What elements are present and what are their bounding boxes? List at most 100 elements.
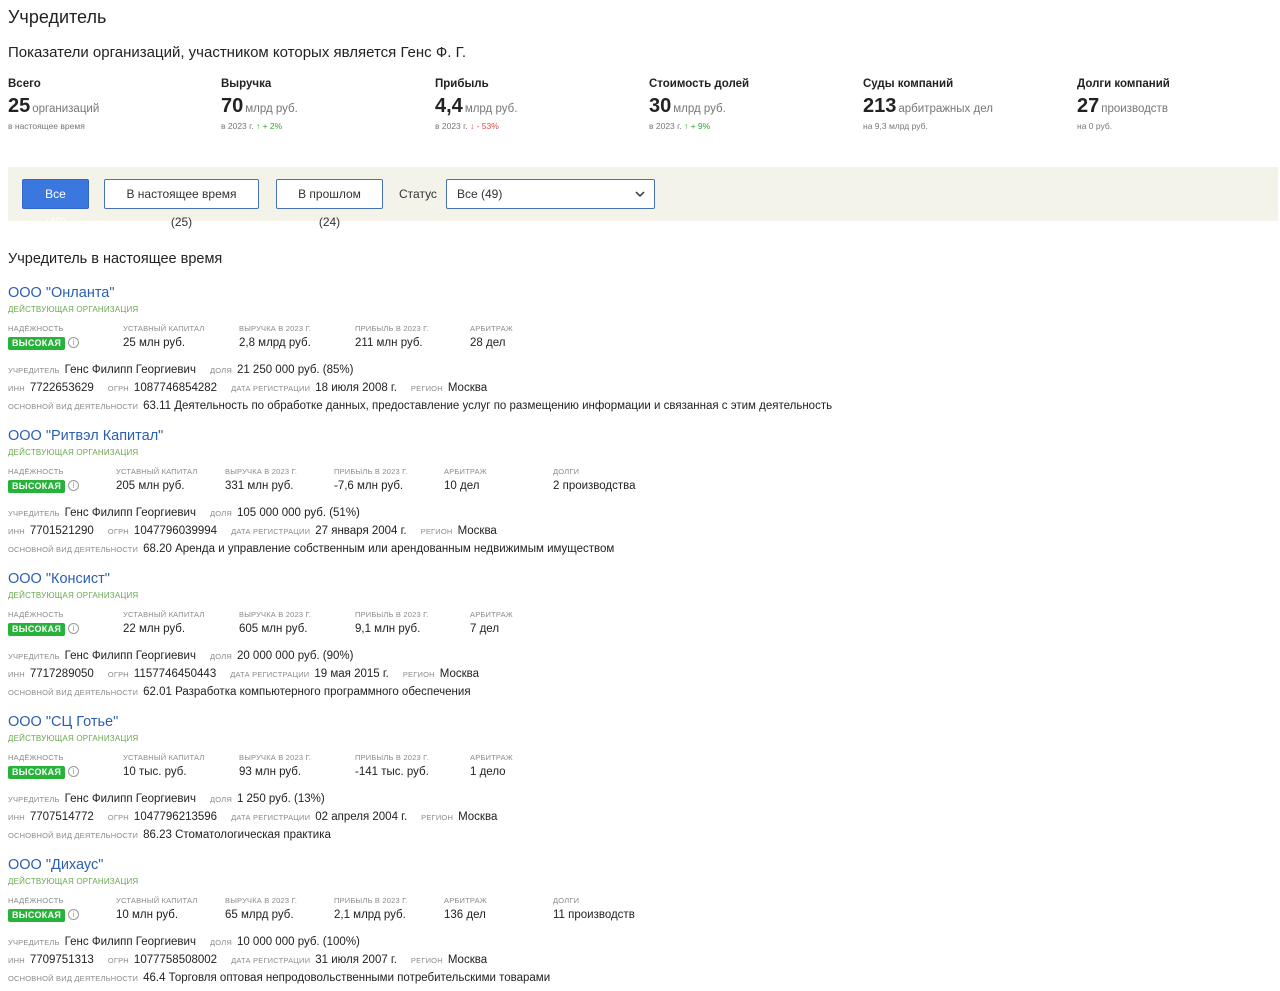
capital-value: 25 млн руб. (123, 337, 186, 349)
filter-current-button[interactable]: В настоящее время (25) (104, 179, 259, 229)
stat-label: Прибыль (435, 78, 489, 90)
inn-value: 7707514772 (29, 811, 94, 823)
ogrn-label: ОГРН (107, 813, 129, 822)
share-label: Доля (209, 652, 232, 661)
ogrn-value: 1047796213596 (133, 811, 218, 823)
stat-label: Суды компаний (863, 78, 954, 90)
debts-label: Долги (553, 896, 580, 905)
stat-3: Стоимость долей 30 млрд руб. в 2023 г. ↑ + … (649, 78, 749, 131)
stat-unit: млрд руб. (464, 103, 518, 115)
stat-2: Прибыль 4,4 млрд руб. в 2023 г. ↓ - 53% (435, 78, 517, 131)
reliability-badge: ВЫСОКАЯ (8, 623, 66, 636)
share-value: 20 000 000 руб. (90%) (236, 650, 354, 662)
stat-note: в 2023 г. (435, 121, 468, 131)
founder-value[interactable]: Генс Филипп Георгиевич (65, 364, 196, 376)
stat-trend: - 53% (476, 121, 499, 131)
founder-value[interactable]: Генс Филипп Георгиевич (65, 507, 196, 519)
revenue-label: Выручка в 2023 г. (225, 896, 298, 905)
debts-value[interactable]: 2 производства (553, 480, 636, 492)
status-filter-label: Статус (399, 187, 437, 201)
reg-date-label: Дата регистрации (231, 527, 311, 536)
company-name-link[interactable]: ООО "Ритвэл Капитал" (8, 428, 163, 444)
reliability-label: Надёжность (8, 324, 64, 333)
stat-unit: млрд руб. (673, 103, 726, 115)
inn-label: ИНН (8, 527, 25, 536)
company-name-link[interactable]: ООО "Консист" (8, 571, 110, 587)
filter-past-button[interactable]: В прошлом (24) (276, 179, 383, 229)
info-icon[interactable]: i (68, 623, 80, 635)
capital-label: Уставный капитал (116, 467, 198, 476)
revenue-value: 2,8 млрд руб. (239, 337, 311, 349)
profit-value: -141 тыс. руб. (355, 766, 429, 778)
capital-label: Уставный капитал (123, 610, 205, 619)
arbitration-value[interactable]: 136 дел (444, 909, 487, 921)
filter-all-button[interactable]: Все (49) (22, 179, 89, 229)
reg-date-label: Дата регистрации (231, 384, 311, 393)
share-label: Доля (209, 509, 232, 518)
company-card: ООО "Онланта" Действующая организация Надё… (8, 285, 1008, 415)
founder-value[interactable]: Генс Филипп Георгиевич (65, 936, 196, 948)
share-label: Доля (209, 795, 232, 804)
ogrn-label: ОГРН (107, 384, 129, 393)
info-icon[interactable]: i (68, 766, 80, 778)
arbitration-value[interactable]: 10 дел (444, 480, 487, 492)
stat-unit: арбитражных дел (898, 103, 993, 115)
ogrn-value: 1087746854282 (133, 382, 218, 394)
company-card: ООО "Дихаус" Действующая организация Надёж… (8, 857, 1008, 987)
company-name-link[interactable]: ООО "Дихаус" (8, 857, 103, 873)
reliability-label: Надёжность (8, 896, 64, 905)
share-label: Доля (209, 366, 232, 375)
stat-note: в 2023 г. (649, 121, 682, 131)
stat-value: 4,4 (435, 95, 463, 117)
reliability-label: Надёжность (8, 610, 64, 619)
region-value: Москва (457, 525, 497, 537)
status-select[interactable]: Все (49) (446, 179, 655, 209)
share-label: Доля (209, 938, 232, 947)
profit-value: -7,6 млн руб. (334, 480, 404, 492)
founder-label: Учредитель (8, 938, 60, 947)
revenue-label: Выручка в 2023 г. (239, 324, 312, 333)
activity-label: Основной вид деятельности (8, 688, 139, 697)
founder-value[interactable]: Генс Филипп Георгиевич (65, 650, 196, 662)
stat-label: Долги компаний (1077, 78, 1170, 90)
company-status: Действующая организация (8, 305, 139, 314)
capital-value: 22 млн руб. (123, 623, 186, 635)
revenue-value: 65 млрд руб. (225, 909, 294, 921)
founder-value[interactable]: Генс Филипп Георгиевич (65, 793, 196, 805)
debts-label: Долги (553, 467, 580, 476)
founder-label: Учредитель (8, 795, 60, 804)
info-icon[interactable]: i (68, 337, 80, 349)
region-label: Регион (410, 956, 443, 965)
arbitration-value[interactable]: 28 дел (470, 337, 513, 349)
company-status: Действующая организация (8, 877, 139, 886)
revenue-label: Выручка в 2023 г. (239, 753, 312, 762)
arbitration-label: Арбитраж (470, 610, 513, 619)
capital-value: 205 млн руб. (116, 480, 185, 492)
company-name-link[interactable]: ООО "Онланта" (8, 285, 115, 301)
inn-label: ИНН (8, 956, 25, 965)
info-icon[interactable]: i (68, 480, 80, 492)
capital-label: Уставный капитал (116, 896, 198, 905)
debts-value[interactable]: 11 производств (553, 909, 635, 921)
activity-label: Основной вид деятельности (8, 831, 139, 840)
region-label: Регион (402, 670, 435, 679)
founder-label: Учредитель (8, 509, 60, 518)
activity-value: 62.01 Разработка компьютерного программн… (143, 686, 471, 698)
stat-4: Суды компаний 213 арбитражных дел на 9,3 мл… (863, 78, 993, 131)
profit-label: Прибыль в 2023 г. (334, 467, 408, 476)
share-value: 1 250 руб. (13%) (236, 793, 325, 805)
info-icon[interactable]: i (68, 909, 80, 921)
ogrn-label: ОГРН (107, 956, 129, 965)
profit-value: 9,1 млн руб. (355, 623, 421, 635)
inn-value: 7709751313 (29, 954, 94, 966)
stat-unit: млрд руб. (245, 103, 298, 115)
arbitration-value[interactable]: 1 дело (470, 766, 513, 778)
company-status: Действующая организация (8, 448, 139, 457)
arbitration-value[interactable]: 7 дел (470, 623, 513, 635)
reg-date-value: 19 мая 2015 г. (314, 668, 389, 680)
activity-value: 86.23 Стоматологическая практика (143, 829, 331, 841)
activity-value: 46.4 Торговля оптовая непродовольственны… (143, 972, 551, 984)
company-name-link[interactable]: ООО "СЦ Готье" (8, 714, 118, 730)
stat-value: 25 (8, 95, 31, 117)
capital-label: Уставный капитал (123, 753, 205, 762)
